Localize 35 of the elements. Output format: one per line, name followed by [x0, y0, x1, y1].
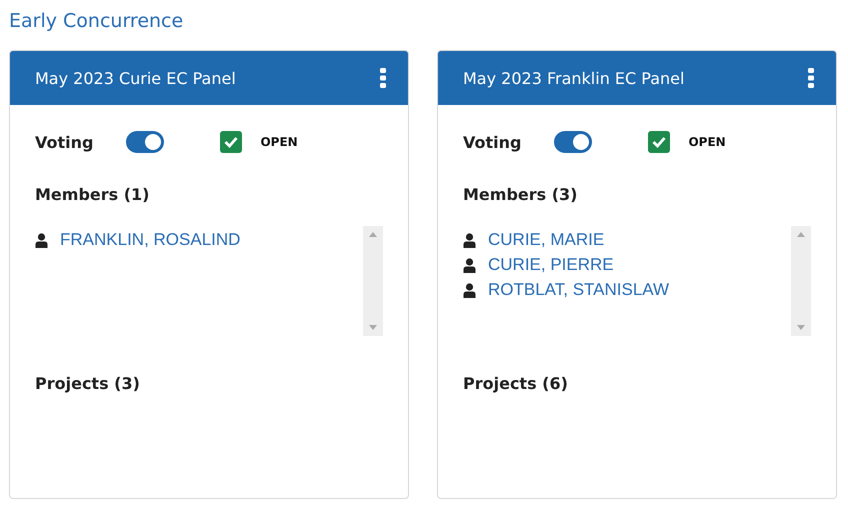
page-title: Early Concurrence [9, 9, 184, 34]
voting-toggle[interactable] [554, 131, 592, 153]
check-icon [652, 136, 666, 148]
user-icon [463, 258, 476, 272]
scrollbar[interactable] [363, 226, 383, 336]
scrollbar[interactable] [791, 226, 811, 336]
more-icon [380, 68, 386, 88]
panel-title: May 2023 Curie EC Panel [35, 68, 236, 88]
open-label: OPEN [688, 135, 726, 149]
user-icon [463, 282, 476, 298]
voting-toggle[interactable] [126, 131, 164, 153]
scroll-down-icon [797, 325, 805, 330]
member-link[interactable]: CURIE, MARIE [488, 230, 604, 250]
open-checkbox[interactable] [220, 131, 242, 153]
member-link[interactable]: CURIE, PIERRE [488, 255, 614, 275]
voting-label: Voting [463, 132, 522, 152]
more-menu-button[interactable] [378, 66, 388, 90]
open-label: OPEN [260, 135, 298, 149]
scroll-up-icon [369, 232, 377, 237]
user-icon [35, 232, 48, 248]
members-heading: Members (3) [463, 185, 578, 204]
more-menu-button[interactable] [806, 66, 816, 90]
member-link[interactable]: ROTBLAT, STANISLAW [488, 280, 670, 300]
projects-heading: Projects (3) [35, 374, 140, 393]
open-checkbox[interactable] [648, 131, 670, 153]
user-icon [463, 232, 476, 248]
member-link[interactable]: FRANKLIN, ROSALIND [60, 230, 240, 250]
voting-label: Voting [35, 132, 94, 152]
members-heading: Members (1) [35, 185, 150, 204]
projects-heading: Projects (6) [463, 374, 568, 393]
more-icon [808, 68, 814, 88]
check-icon [224, 136, 238, 148]
scroll-up-icon [797, 232, 805, 237]
panel-title: May 2023 Franklin EC Panel [463, 68, 684, 88]
scroll-down-icon [369, 325, 377, 330]
